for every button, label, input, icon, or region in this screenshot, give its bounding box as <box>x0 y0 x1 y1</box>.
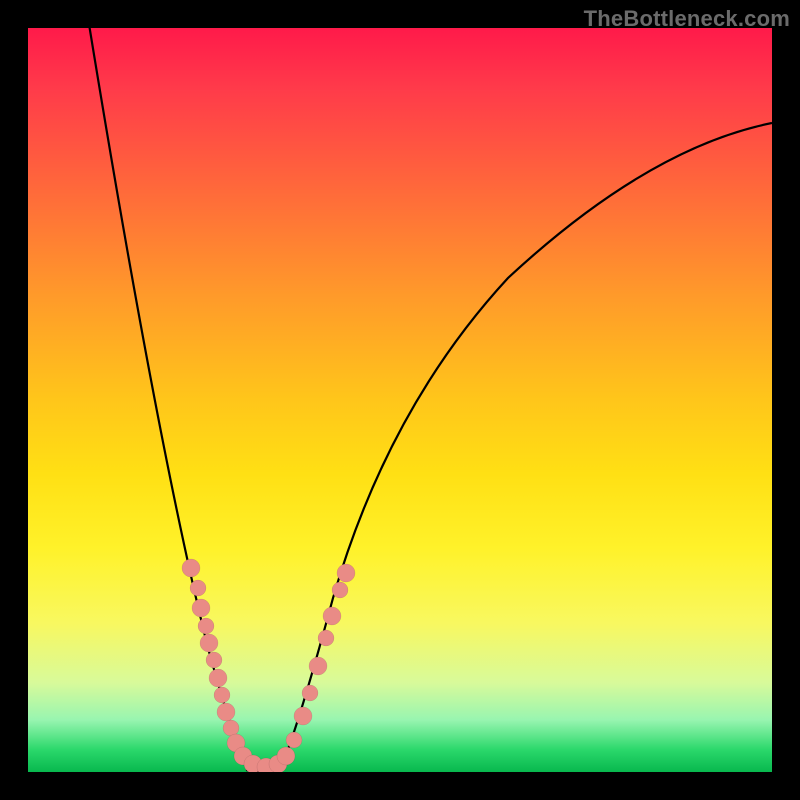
data-dots <box>182 559 355 772</box>
curve-right <box>280 123 772 770</box>
chart-frame: TheBottleneck.com <box>0 0 800 800</box>
watermark-text: TheBottleneck.com <box>584 6 790 32</box>
plot-area <box>28 28 772 772</box>
curve-left <box>88 28 250 772</box>
curve-layer <box>28 28 772 772</box>
